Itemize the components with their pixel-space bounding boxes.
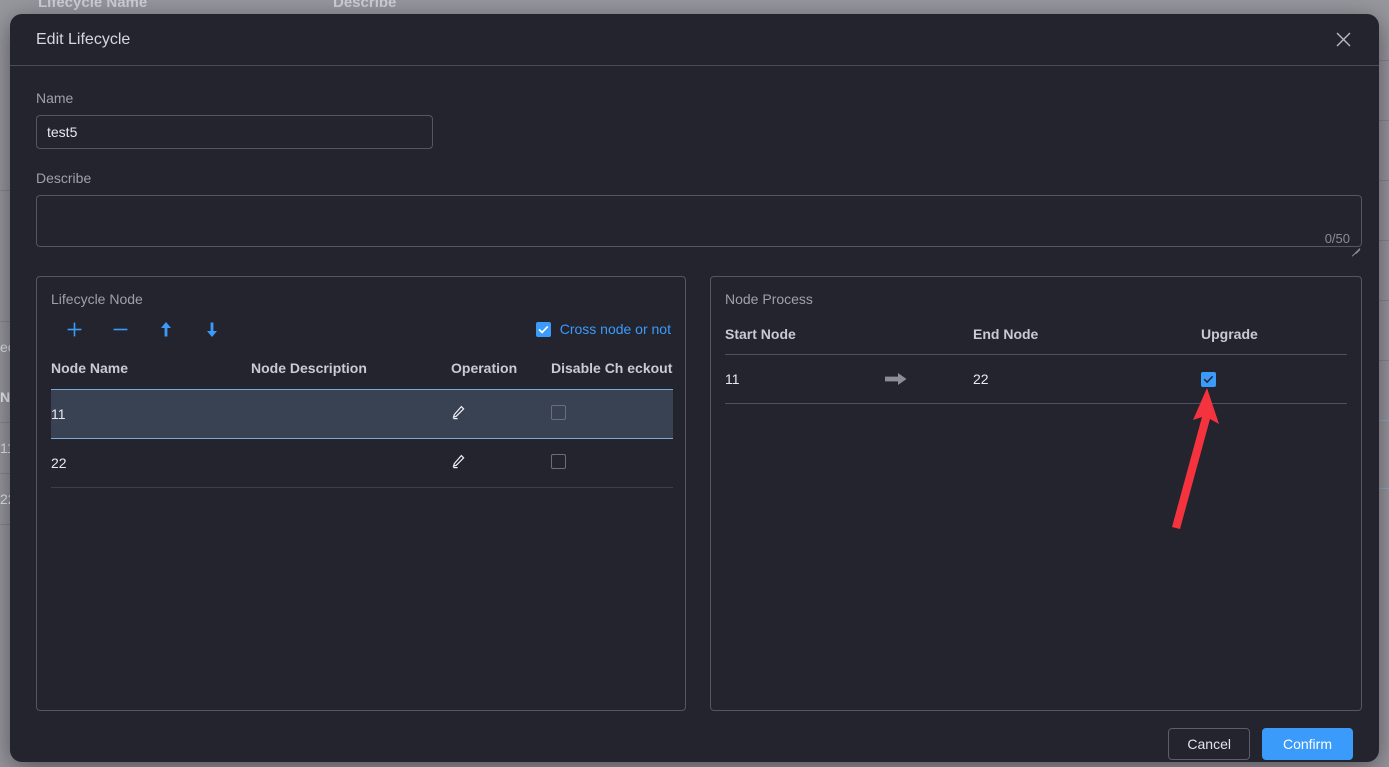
- plus-icon[interactable]: [51, 314, 97, 344]
- edit-pencil-icon[interactable]: [451, 405, 466, 420]
- cancel-button[interactable]: Cancel: [1168, 728, 1250, 760]
- dialog-header: Edit Lifecycle: [10, 14, 1379, 66]
- close-icon[interactable]: [1331, 28, 1355, 52]
- panels-container: Lifecycle Node Cross node or not Node Na…: [36, 276, 1362, 711]
- lifecycle-node-toolbar: Cross node or not: [51, 312, 671, 346]
- start-node-value: 11: [725, 371, 740, 387]
- disable-checkout-checkbox[interactable]: [551, 454, 566, 469]
- arrow-up-icon[interactable]: [143, 314, 189, 344]
- table-row[interactable]: 11: [51, 389, 673, 439]
- cross-node-checkbox[interactable]: Cross node or not: [535, 321, 671, 337]
- name-label: Name: [36, 90, 74, 106]
- node-process-panel-title: Node Process: [725, 291, 813, 307]
- edit-pencil-icon[interactable]: [451, 454, 466, 469]
- cell-node-description: [251, 389, 451, 439]
- cell-disable-checkout: [551, 438, 673, 488]
- dialog-title: Edit Lifecycle: [36, 30, 131, 48]
- confirm-button[interactable]: Confirm: [1261, 728, 1353, 760]
- cell-node-name: 11: [51, 389, 251, 439]
- column-start-node: Start Node: [725, 326, 796, 342]
- describe-input[interactable]: [36, 195, 1362, 247]
- cell-operation: [451, 389, 551, 439]
- arrow-down-icon[interactable]: [189, 314, 235, 344]
- column-disable-checkout: Disable Ch eckout: [551, 360, 673, 376]
- dialog-footer: Cancel Confirm: [10, 711, 1379, 762]
- column-end-node: End Node: [973, 326, 1039, 342]
- table-row[interactable]: 22: [51, 438, 673, 488]
- cell-start-node: 11: [725, 354, 973, 404]
- column-node-name: Node Name: [51, 360, 129, 376]
- node-process-panel: Node Process Start Node End Node Upgrade: [710, 276, 1362, 711]
- background-column-lifecycle-name: Lifecycle Name: [38, 0, 148, 11]
- dialog-body: Name Describe 0/50 Lifecycle Node: [10, 66, 1379, 711]
- table-row[interactable]: 11 22: [725, 354, 1347, 404]
- cell-node-name: 22: [51, 438, 251, 488]
- table-header-row: Node Name Node Description Operation Dis…: [51, 346, 673, 390]
- cell-node-description: [251, 438, 451, 488]
- edit-lifecycle-dialog: Edit Lifecycle Name Describe 0/50 Lifecy…: [10, 14, 1379, 762]
- lifecycle-node-panel: Lifecycle Node Cross node or not Node Na…: [36, 276, 686, 711]
- background-column-describe: Describe: [333, 0, 397, 11]
- disable-checkout-checkbox[interactable]: [551, 405, 566, 420]
- arrow-right-icon: [885, 372, 907, 386]
- table-header-row: Start Node End Node Upgrade: [725, 312, 1347, 355]
- lifecycle-node-panel-title: Lifecycle Node: [51, 291, 143, 307]
- cell-disable-checkout: [551, 389, 673, 439]
- column-upgrade: Upgrade: [1201, 326, 1258, 342]
- cell-upgrade: [1201, 354, 1347, 404]
- name-input[interactable]: [36, 115, 433, 149]
- lifecycle-node-table: Node Name Node Description Operation Dis…: [51, 346, 673, 488]
- node-process-table: Start Node End Node Upgrade 11 22: [725, 312, 1347, 404]
- cell-operation: [451, 438, 551, 488]
- upgrade-checkbox[interactable]: [1201, 372, 1216, 387]
- cell-end-node: 22: [973, 354, 1201, 404]
- column-node-description: Node Description: [251, 360, 367, 376]
- cross-node-checkbox-box[interactable]: [535, 321, 551, 337]
- describe-field-wrapper: 0/50: [36, 195, 1362, 257]
- column-operation: Operation: [451, 360, 518, 376]
- describe-label: Describe: [36, 170, 92, 186]
- cross-node-label: Cross node or not: [559, 321, 671, 337]
- minus-icon[interactable]: [97, 314, 143, 344]
